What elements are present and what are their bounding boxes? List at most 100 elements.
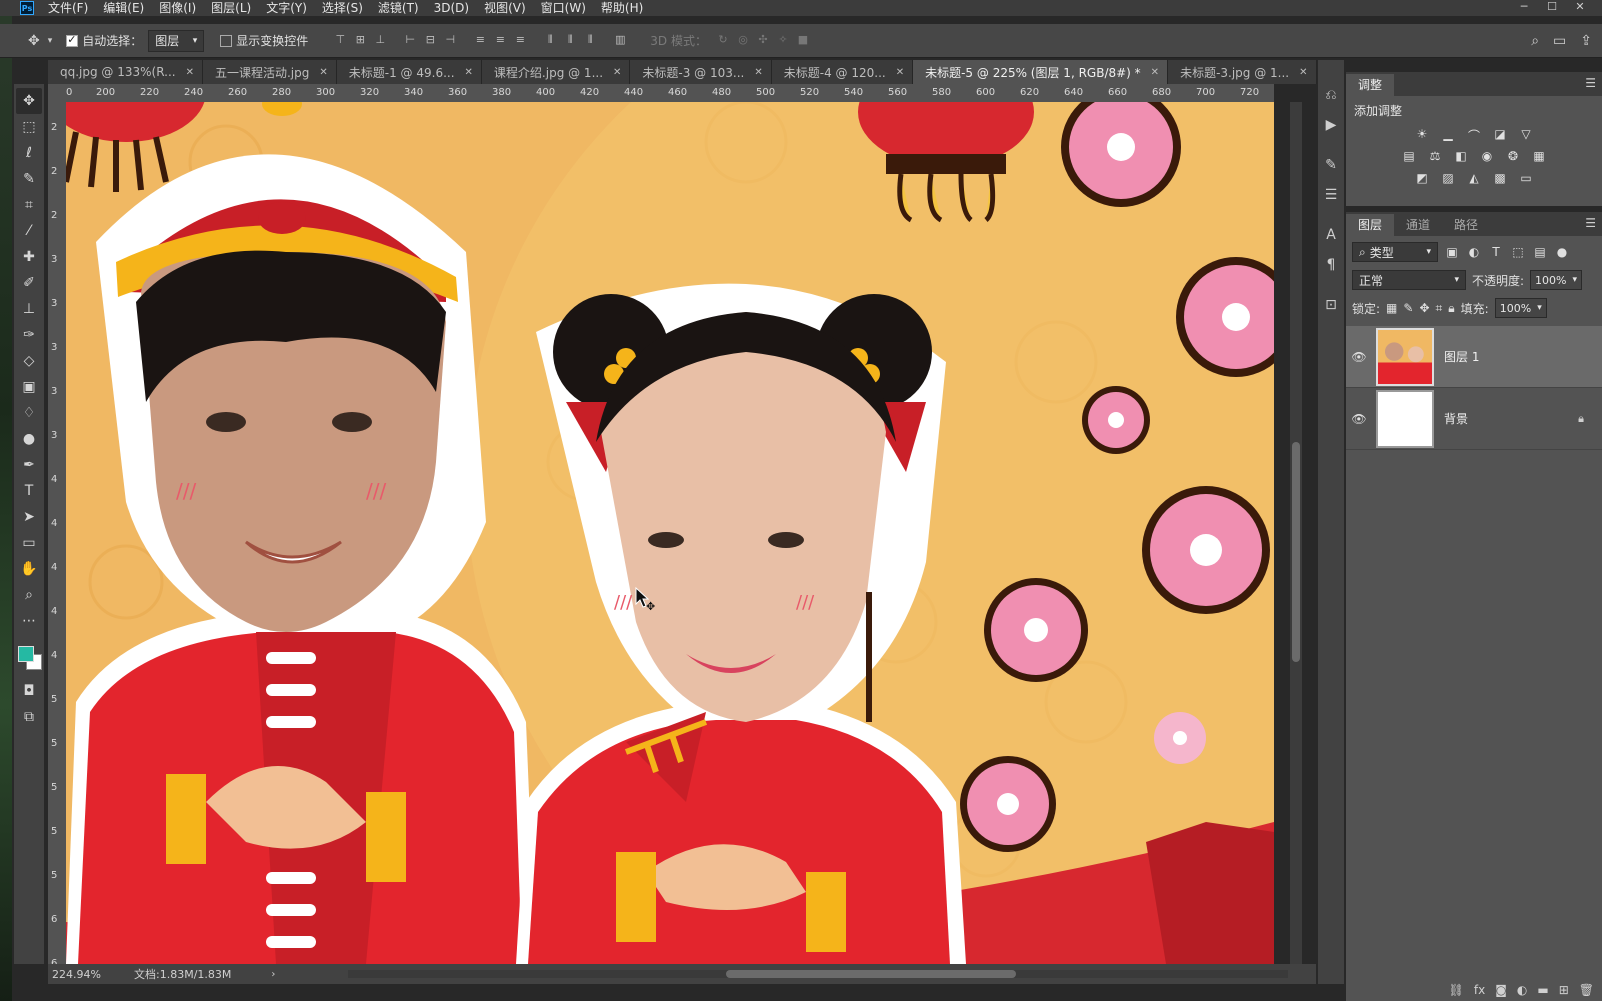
menu-filter[interactable]: 滤镜(T) — [378, 0, 419, 16]
panel-menu-icon[interactable]: ☰ — [1585, 216, 1596, 230]
photo-filter-icon[interactable]: ◉ — [1478, 149, 1496, 165]
search-icon[interactable]: ⌕ — [1531, 33, 1539, 49]
gradient-map-icon[interactable]: ▭ — [1517, 171, 1535, 187]
distribute-hcenter-icon[interactable]: ⫴ — [560, 33, 580, 49]
blur-tool-icon[interactable]: ♢ — [16, 400, 42, 426]
menu-view[interactable]: 视图(V) — [484, 0, 526, 16]
filter-smart-object-icon[interactable]: ▤ — [1532, 245, 1548, 259]
eye-icon[interactable]: 👁︎ — [1346, 350, 1372, 364]
distribute-left-icon[interactable]: ⫴ — [540, 33, 560, 49]
panel-menu-icon[interactable]: ☰ — [1585, 76, 1596, 90]
filter-toggle-icon[interactable]: ● — [1554, 245, 1570, 259]
clone-stamp-tool-icon[interactable]: ⊥ — [16, 296, 42, 322]
lock-position-icon[interactable]: ✥ — [1419, 301, 1429, 315]
menu-3d[interactable]: 3D(D) — [434, 0, 469, 16]
distribute-top-icon[interactable]: ≡ — [470, 33, 490, 49]
align-top-icon[interactable]: ⊤ — [330, 33, 350, 49]
brush-tool-icon[interactable]: ✐ — [16, 270, 42, 296]
close-icon[interactable]: ✕ — [1151, 67, 1159, 78]
tab-untitled-5[interactable]: 未标题-5 @ 225% (图层 1, RGB/8#) * ✕ — [913, 60, 1169, 84]
3d-roll-icon[interactable]: ◎ — [733, 33, 753, 49]
vibrance-icon[interactable]: ▽ — [1517, 127, 1535, 143]
color-balance-icon[interactable]: ⚖ — [1426, 149, 1444, 165]
close-icon[interactable]: ✕ — [613, 67, 621, 78]
opacity-field[interactable]: 100% ▾ — [1530, 270, 1583, 290]
show-transform-checkbox[interactable] — [220, 34, 233, 47]
dodge-tool-icon[interactable]: ● — [16, 426, 42, 452]
auto-align-icon[interactable]: ▥ — [610, 33, 630, 49]
lock-image-icon[interactable]: ✎ — [1403, 301, 1413, 315]
vertical-ruler[interactable]: 22233333444445555566 — [48, 102, 66, 964]
fill-field[interactable]: 100% ▾ — [1494, 298, 1547, 318]
close-icon[interactable]: ✕ — [319, 67, 327, 78]
close-icon[interactable]: ✕ — [1299, 67, 1307, 78]
invert-icon[interactable]: ◩ — [1413, 171, 1431, 187]
close-icon[interactable]: ✕ — [186, 67, 194, 78]
menu-help[interactable]: 帮助(H) — [601, 0, 643, 16]
move-tool-icon[interactable]: ✥ — [16, 88, 42, 114]
tool-preset-chevron-icon[interactable]: ▾ — [48, 36, 53, 46]
marquee-tool-icon[interactable]: ⬚ — [16, 114, 42, 140]
workspace-icon[interactable]: ▭ — [1553, 33, 1566, 49]
menu-file[interactable]: 文件(F) — [48, 0, 88, 16]
filter-pixel-icon[interactable]: ▣ — [1444, 245, 1460, 259]
quick-mask-icon[interactable]: ◘ — [16, 678, 42, 704]
close-icon[interactable]: ✕ — [896, 67, 904, 78]
minimize-icon[interactable]: ─ — [1510, 0, 1538, 14]
brush-panel-icon[interactable]: ✎ — [1325, 150, 1337, 180]
tab-untitled-1[interactable]: 未标题-1 @ 49.6... ✕ — [336, 60, 482, 84]
zoom-tool-icon[interactable]: ⌕ — [16, 582, 42, 608]
auto-select-dropdown[interactable]: 图层 ▾ — [148, 29, 205, 52]
menu-type[interactable]: 文字(Y) — [266, 0, 307, 16]
status-expand-icon[interactable]: › — [271, 969, 275, 980]
exposure-icon[interactable]: ◪ — [1491, 127, 1509, 143]
eyedropper-tool-icon[interactable]: ⁄ — [16, 218, 42, 244]
align-hcenter-icon[interactable]: ⊟ — [420, 33, 440, 49]
align-bottom-icon[interactable]: ⊥ — [370, 33, 390, 49]
black-white-icon[interactable]: ◧ — [1452, 149, 1470, 165]
actions-panel-icon[interactable]: ▶ — [1326, 110, 1337, 140]
new-layer-icon[interactable]: ⊞ — [1559, 983, 1569, 997]
threshold-icon[interactable]: ◭ — [1465, 171, 1483, 187]
screen-mode-icon[interactable]: ⧉ — [16, 704, 42, 730]
maximize-icon[interactable]: ☐ — [1538, 0, 1566, 14]
tab-untitled-3-jpg[interactable]: 未标题-3.jpg @ 1... ✕ — [1168, 60, 1317, 84]
type-tool-icon[interactable]: T — [16, 478, 42, 504]
hue-saturation-icon[interactable]: ▤ — [1400, 149, 1418, 165]
3d-scale-icon[interactable]: ■ — [793, 33, 813, 49]
horizontal-scrollbar[interactable] — [348, 970, 1288, 978]
gradient-tool-icon[interactable]: ▣ — [16, 374, 42, 400]
layer-filter-dropdown[interactable]: ⌕ 类型 ▾ — [1352, 242, 1438, 262]
link-layers-icon[interactable]: ⛓ — [1449, 983, 1464, 997]
move-tool-icon[interactable]: ✥ — [28, 33, 40, 49]
3d-rotate-icon[interactable]: ↻ — [713, 33, 733, 49]
auto-select-checkbox[interactable] — [66, 33, 79, 47]
posterize-icon[interactable]: ▨ — [1439, 171, 1457, 187]
add-mask-icon[interactable]: ◙ — [1495, 983, 1507, 997]
healing-brush-tool-icon[interactable]: ✚ — [16, 244, 42, 270]
align-vcenter-icon[interactable]: ⊞ — [350, 33, 370, 49]
tab-untitled-4[interactable]: 未标题-4 @ 120... ✕ — [771, 60, 914, 84]
document-canvas[interactable]: /// /// /// /// ✥ — [66, 102, 1274, 964]
tab-adjustments[interactable]: 调整 — [1346, 74, 1395, 96]
layer-row-background[interactable]: 👁︎ 背景 🔒︎ — [1346, 388, 1602, 450]
paragraph-panel-icon[interactable]: ¶ — [1327, 250, 1336, 280]
curves-icon[interactable]: ⌒ — [1465, 127, 1483, 143]
tab-layers[interactable]: 图层 — [1346, 214, 1395, 236]
tab-wuyi[interactable]: 五一课程活动.jpg ✕ — [202, 60, 337, 84]
align-left-icon[interactable]: ⊢ — [400, 33, 420, 49]
vertical-scrollbar[interactable] — [1290, 102, 1302, 964]
menu-window[interactable]: 窗口(W) — [541, 0, 586, 16]
close-icon[interactable]: ✕ — [754, 67, 762, 78]
new-group-icon[interactable]: ▬ — [1537, 983, 1548, 997]
distribute-right-icon[interactable]: ⫴ — [580, 33, 600, 49]
filter-adjustment-icon[interactable]: ◐ — [1466, 245, 1482, 259]
levels-icon[interactable]: ▁ — [1439, 127, 1457, 143]
rectangle-tool-icon[interactable]: ▭ — [16, 530, 42, 556]
horizontal-ruler[interactable]: 0 200 220 240 260 280 300 320 340 360 380 400 420 440… — [66, 84, 1274, 102]
layer-style-icon[interactable]: fx — [1474, 983, 1485, 997]
distribute-vcenter-icon[interactable]: ≡ — [490, 33, 510, 49]
more-tools-icon[interactable]: ⋯ — [16, 608, 42, 634]
menu-select[interactable]: 选择(S) — [322, 0, 363, 16]
channel-mixer-icon[interactable]: ❂ — [1504, 149, 1522, 165]
